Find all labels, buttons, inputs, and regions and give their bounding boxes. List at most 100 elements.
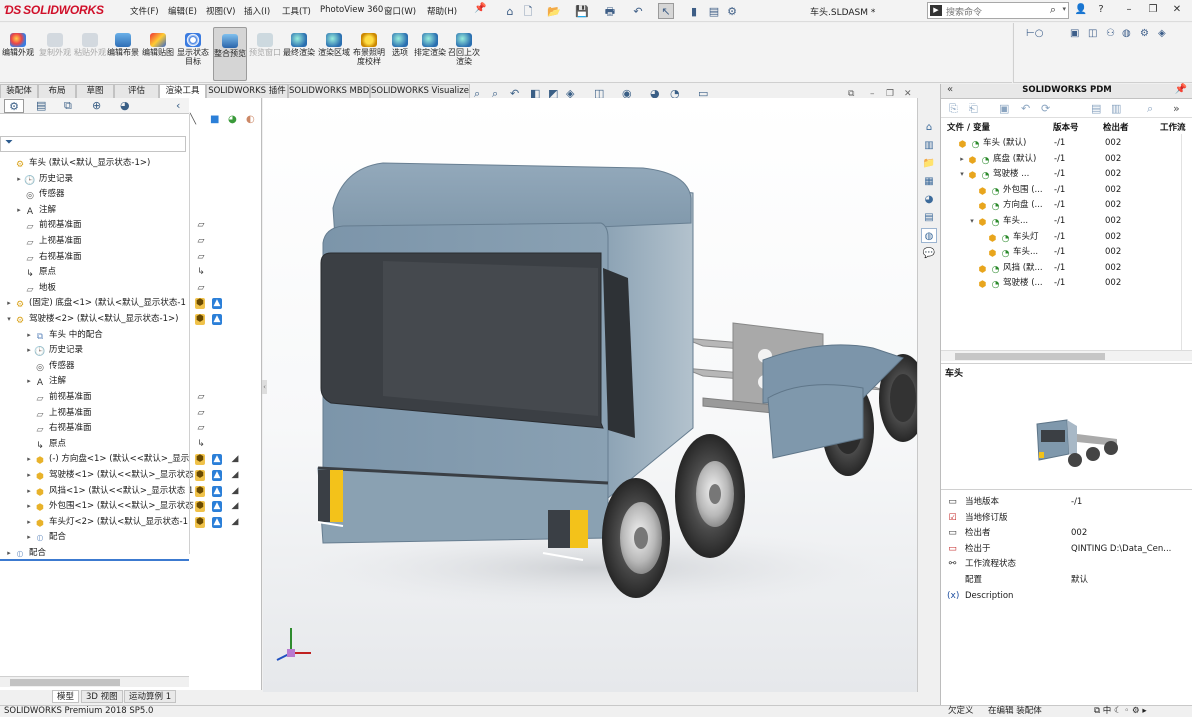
tree-item[interactable]: ▸ A 注解 — [14, 203, 56, 218]
feature-manager-tab-icon[interactable]: ⚙ — [4, 99, 24, 113]
column-checked-by[interactable]: 检出者 — [1103, 121, 1129, 133]
tree-item[interactable]: ▱ 前视基准面 — [14, 218, 82, 233]
configuration-manager-tab-icon[interactable]: ⧉ — [64, 99, 72, 113]
rebuild-icon[interactable]: ▮ — [686, 3, 702, 19]
pdm-vertical-scrollbar[interactable] — [1181, 134, 1192, 350]
file-explorer-icon[interactable]: 📁 — [921, 156, 937, 171]
tree-item[interactable]: ◎ 传感器 — [24, 359, 74, 374]
filter-icon[interactable]: ▥ — [1111, 102, 1121, 115]
expand-arrow-icon[interactable]: ▸ — [957, 152, 967, 167]
viewport-minimize-icon[interactable]: – — [870, 89, 875, 99]
render-region-button[interactable]: 渲染区域 — [317, 27, 351, 81]
preview-window-button[interactable]: 预览窗口 — [248, 27, 282, 81]
tree-item[interactable]: ▱ 上视基准面 — [24, 406, 92, 421]
network-icon[interactable]: ⚇ — [1106, 28, 1115, 39]
expand-arrow-icon[interactable]: ▾ — [967, 214, 977, 229]
scroll-thumb[interactable] — [955, 353, 1105, 360]
menu-photoview[interactable]: PhotoView 360 — [320, 5, 383, 15]
more-icon[interactable]: » — [1173, 102, 1180, 115]
collapse-arrow-icon[interactable]: ‹ — [176, 99, 180, 112]
edit-decal-button[interactable]: 编辑贴图 — [141, 27, 175, 81]
tree-item[interactable]: ▸ ⚙ (固定) 底盘<1> (默认<默认_显示状态-1 — [4, 296, 186, 311]
expand-arrow-icon[interactable]: ▸ — [4, 296, 14, 311]
pdm-file-row[interactable]: ▸ ⬢ ◔ 底盘 (默认) -/1 002 — [941, 152, 1192, 167]
expand-arrow-icon[interactable]: ▸ — [14, 203, 24, 218]
schedule-render-button[interactable]: 排定渲染 — [413, 27, 447, 81]
menu-window[interactable]: 窗口(W) — [384, 5, 416, 17]
tree-item[interactable]: ▸ A 注解 — [24, 374, 66, 389]
undo-icon[interactable]: ↶ — [630, 3, 646, 19]
search-commands-box[interactable]: ▶ 搜索命令 ⌕ ▾ — [927, 2, 1069, 19]
paste-appearance-button[interactable]: 粘贴外观 — [73, 27, 107, 81]
search-pdm-icon[interactable]: ⌕ — [1147, 102, 1153, 116]
expand-arrow-icon[interactable]: ▸ — [24, 452, 34, 467]
graphics-viewport[interactable] — [263, 98, 917, 692]
file-properties-icon[interactable]: ▤ — [706, 3, 722, 19]
pdm-file-row[interactable]: ⬢ ◔ 车头灯 -/1 002 — [941, 230, 1192, 245]
solidworks-pdm-icon[interactable]: ◍ — [921, 228, 937, 243]
pin-icon[interactable]: 📌 — [474, 3, 486, 14]
menu-insert[interactable]: 插入(I) — [244, 5, 270, 17]
pdm-file-row[interactable]: ⬢ ◔ 风挡 (默... -/1 002 — [941, 261, 1192, 276]
display-state-target-button[interactable]: 显示状态目标 — [176, 27, 210, 81]
tab-solidworks-visualize[interactable]: SOLIDWORKS Visualize — [370, 84, 470, 98]
expand-arrow-icon[interactable]: ▸ — [24, 484, 34, 499]
scroll-thumb[interactable] — [10, 679, 120, 686]
minimize-button[interactable]: – — [1122, 3, 1136, 17]
tab-solidworks-mbd[interactable]: SOLIDWORKS MBD — [288, 84, 370, 98]
tree-item[interactable]: ▸ ⬢ 风挡<1> (默认<<默认>_显示状态 1 — [24, 484, 193, 499]
tree-item[interactable]: ⚙ 车头 (默认<默认_显示状态-1>) — [4, 156, 150, 171]
get-latest-icon[interactable]: ▣ — [999, 102, 1009, 115]
expand-arrow-icon[interactable]: ▸ — [24, 499, 34, 514]
tab-layout[interactable]: 布局 — [38, 84, 76, 98]
cube-icon[interactable]: ◈ — [1158, 28, 1166, 39]
column-version[interactable]: 版本号 — [1053, 121, 1079, 133]
expand-arrow-icon[interactable]: ▸ — [24, 530, 34, 545]
tree-item[interactable]: ▸ ⬢ 驾驶楼<1> (默认<<默认>_显示状态 — [24, 468, 194, 483]
tree-divider[interactable] — [0, 559, 189, 561]
expand-arrow-icon[interactable]: ▾ — [957, 167, 967, 182]
tab-solidworks-addins[interactable]: SOLIDWORKS 插件 — [206, 84, 288, 98]
globe-icon[interactable]: ◍ — [1122, 28, 1131, 39]
viewport-restore-icon[interactable]: ❐ — [886, 89, 894, 99]
pdm-horizontal-scrollbar[interactable] — [941, 350, 1192, 361]
pdm-file-row[interactable]: ⬢ ◔ 方向盘 (... -/1 002 — [941, 198, 1192, 213]
tree-item[interactable]: ▱ 上视基准面 — [14, 234, 82, 249]
tab-model[interactable]: 模型 — [52, 690, 80, 703]
panel-collapse-handle[interactable]: ‹ — [262, 380, 267, 394]
refresh-icon[interactable]: ⟳ — [1041, 102, 1050, 115]
pdm-file-row[interactable]: ⬢ ◔ 车头 (默认) -/1 002 — [941, 136, 1192, 151]
tab-assembly[interactable]: 装配体 — [0, 84, 38, 98]
tree-item[interactable]: ▸ ⦶ 配合 — [24, 530, 66, 545]
new-document-icon[interactable]: 🗋 — [520, 3, 536, 19]
tree-horizontal-scrollbar[interactable] — [0, 676, 189, 687]
restore-button[interactable]: ❐ — [1146, 3, 1160, 17]
search-dropdown-icon[interactable]: ▾ — [1062, 5, 1066, 13]
tab-motion-study[interactable]: 运动算例 1 — [124, 690, 177, 703]
select-pointer-icon[interactable]: ↖ — [658, 3, 674, 19]
close-button[interactable]: ✕ — [1170, 3, 1184, 17]
ime-icon[interactable]: ⧉ 中 ☾ ◦ ⚙ ▸ — [1094, 706, 1147, 717]
columns-icon[interactable]: ▤ — [1091, 102, 1101, 115]
options-gear-icon[interactable]: ⚙ — [724, 3, 740, 19]
solidworks-resources-icon[interactable]: ⌂ — [921, 120, 937, 135]
print-icon[interactable]: 🖶 — [602, 3, 618, 19]
pdm-file-row[interactable]: ⬢ ◔ 外包围 (... -/1 002 — [941, 183, 1192, 198]
dimxpert-tab-icon[interactable]: ⊕ — [92, 99, 101, 112]
feature-tree-filter[interactable]: ⏷ — [0, 136, 186, 152]
pin-toolbar-icon[interactable]: ⊢○ — [1026, 28, 1043, 39]
home-icon[interactable]: ⌂ — [502, 3, 518, 19]
expand-arrow-icon[interactable]: ▾ — [4, 312, 14, 327]
expand-arrow-icon[interactable]: ▸ — [24, 374, 34, 389]
menu-file[interactable]: 文件(F) — [130, 5, 159, 17]
viewport-close-icon[interactable]: ✕ — [904, 89, 912, 99]
viewport-tile-icon[interactable]: ⧉ — [848, 89, 854, 99]
save-icon[interactable]: 💾 — [574, 3, 590, 19]
copy-appearance-button[interactable]: 复制外观 — [38, 27, 72, 81]
tree-item[interactable]: ▱ 右视基准面 — [14, 250, 82, 265]
scene-illumination-proof-button[interactable]: 布景照明度校样 — [352, 27, 386, 81]
help-icon[interactable]: ? — [1094, 3, 1108, 17]
pdm-file-row[interactable]: ⬢ ◔ 驾驶楼 (... -/1 002 — [941, 276, 1192, 291]
menu-view[interactable]: 视图(V) — [206, 5, 235, 17]
view-palette-icon[interactable]: ▦ — [921, 174, 937, 189]
